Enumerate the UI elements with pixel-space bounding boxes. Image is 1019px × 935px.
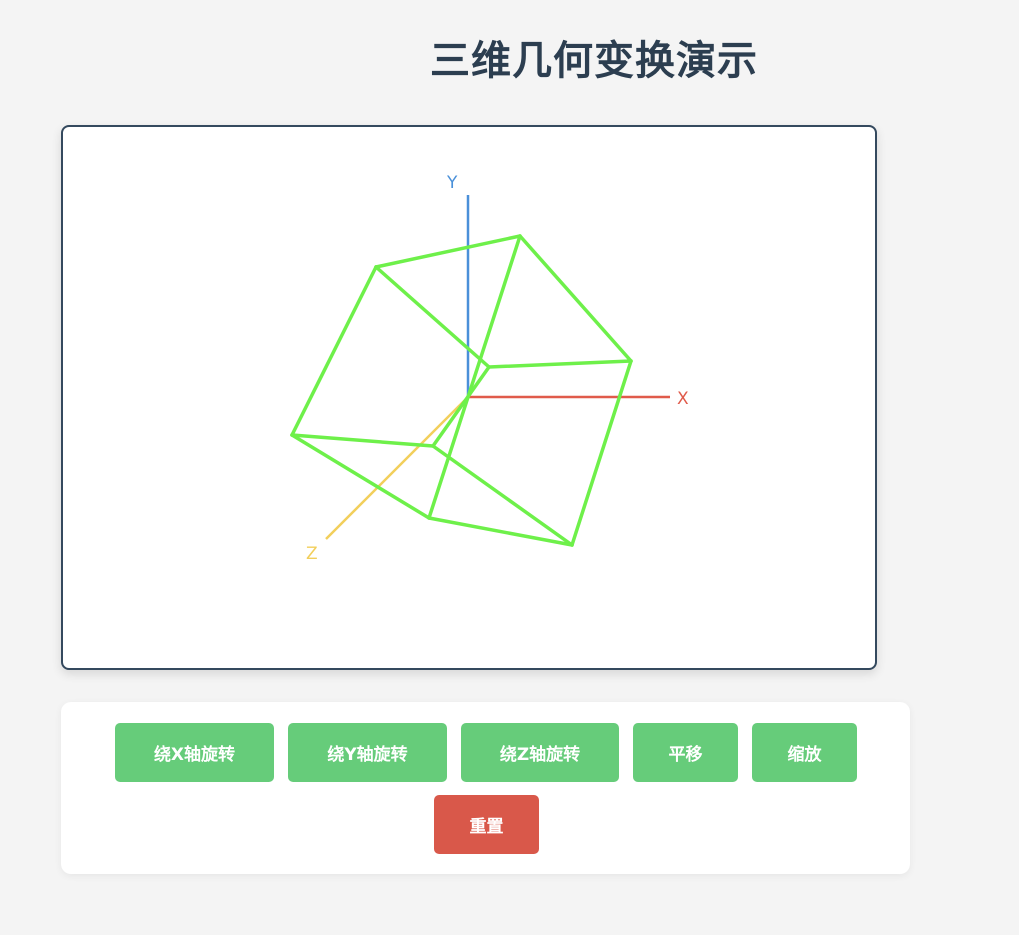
cube-edge [374, 265, 491, 369]
reset-button[interactable]: 重置 [434, 795, 539, 854]
y-axis-label: Y [446, 173, 458, 193]
x-axis-label: X [677, 389, 689, 409]
cube-edge [570, 359, 633, 547]
cube-edge [518, 234, 633, 363]
cube-edge [290, 433, 435, 448]
cube-edge [374, 234, 522, 269]
translate-button[interactable]: 平移 [633, 723, 738, 782]
controls-panel: 绕X轴旋转 绕Y轴旋转 绕Z轴旋转 平移 缩放 重置 [61, 702, 910, 874]
z-axis-label: Z [306, 544, 318, 564]
cube-edge [290, 265, 378, 437]
cube-edge [487, 359, 633, 369]
scene-svg[interactable]: X Y Z [63, 127, 875, 668]
cube-edge [431, 365, 491, 448]
rotate-x-button[interactable]: 绕X轴旋转 [115, 723, 274, 782]
cube-wireframe [290, 234, 633, 547]
rotate-z-button[interactable]: 绕Z轴旋转 [461, 723, 619, 782]
rotate-y-button[interactable]: 绕Y轴旋转 [288, 723, 447, 782]
scale-button[interactable]: 缩放 [752, 723, 857, 782]
render-canvas[interactable]: X Y Z [61, 125, 877, 670]
page-title: 三维几何变换演示 [430, 38, 758, 84]
